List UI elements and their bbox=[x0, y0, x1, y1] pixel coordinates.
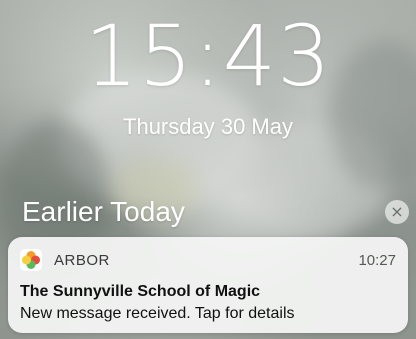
notification-header: ARBOR 10:27 bbox=[20, 249, 396, 273]
lock-screen: 15:43 Thursday 30 May Earlier Today × AR… bbox=[0, 0, 416, 339]
lockscreen-clock: 15:43 bbox=[84, 7, 332, 105]
notification-body: New message received. Tap for details bbox=[20, 305, 295, 322]
notification-time: 10:27 bbox=[358, 252, 396, 269]
lockscreen-date: Thursday 30 May bbox=[123, 114, 293, 139]
notification-card[interactable]: ARBOR 10:27 The Sunnyville School of Mag… bbox=[8, 237, 408, 333]
clear-notifications-button[interactable]: × bbox=[385, 200, 409, 224]
notification-title: The Sunnyville School of Magic bbox=[20, 283, 261, 300]
arbor-app-icon bbox=[20, 249, 42, 271]
notification-app-name: ARBOR bbox=[54, 252, 110, 269]
notification-section-title: Earlier Today bbox=[22, 196, 185, 227]
